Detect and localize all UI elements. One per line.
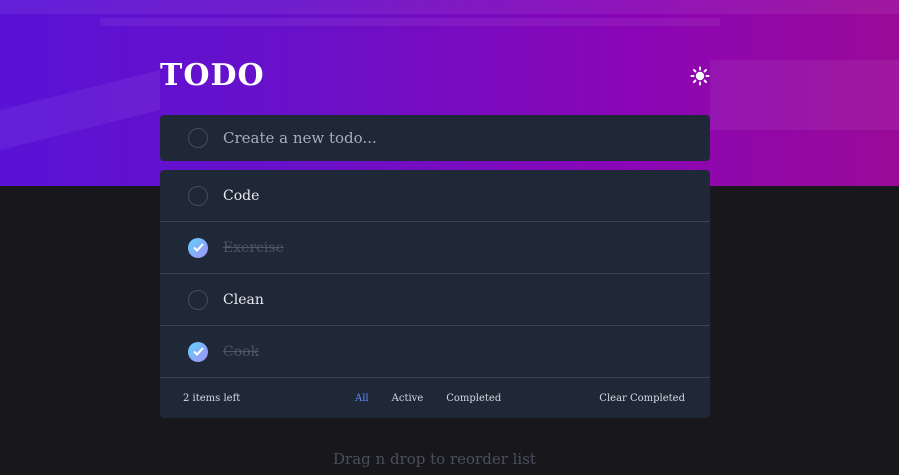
todo-item[interactable]: Clean	[160, 274, 710, 326]
todo-checkbox[interactable]	[188, 185, 208, 206]
filter-all[interactable]: All	[355, 393, 369, 404]
filter-group: All Active Completed	[355, 393, 501, 404]
list-footer: 2 items left All Active Completed Clear …	[160, 378, 710, 418]
filter-active[interactable]: Active	[392, 393, 424, 404]
theme-toggle-button[interactable]	[688, 64, 712, 88]
todo-label: Code	[223, 187, 260, 204]
todo-label: Exercise	[223, 239, 284, 256]
todo-label: Cook	[223, 343, 260, 360]
check-icon	[192, 243, 204, 252]
clear-completed-button[interactable]: Clear Completed	[599, 393, 685, 404]
new-todo-input[interactable]	[223, 129, 663, 147]
todo-checkbox[interactable]	[188, 341, 208, 362]
reorder-hint: Drag n drop to reorder list	[333, 450, 536, 468]
todo-item[interactable]: Code	[160, 170, 710, 222]
items-left-count: 2 items left	[183, 392, 241, 404]
todo-item[interactable]: Exercise	[160, 222, 710, 274]
todo-checkbox[interactable]	[188, 289, 208, 310]
new-todo-box	[160, 115, 710, 161]
filter-completed[interactable]: Completed	[446, 393, 501, 404]
check-icon	[192, 347, 204, 356]
sun-icon	[690, 66, 710, 86]
todo-checkbox[interactable]	[188, 237, 208, 258]
app-title: TODO	[160, 58, 265, 93]
todo-list: Code Exercise Clean Cook 2 items left Al…	[160, 170, 710, 418]
todo-label: Clean	[223, 291, 264, 308]
new-todo-circle[interactable]	[188, 128, 208, 148]
todo-item[interactable]: Cook	[160, 326, 710, 378]
